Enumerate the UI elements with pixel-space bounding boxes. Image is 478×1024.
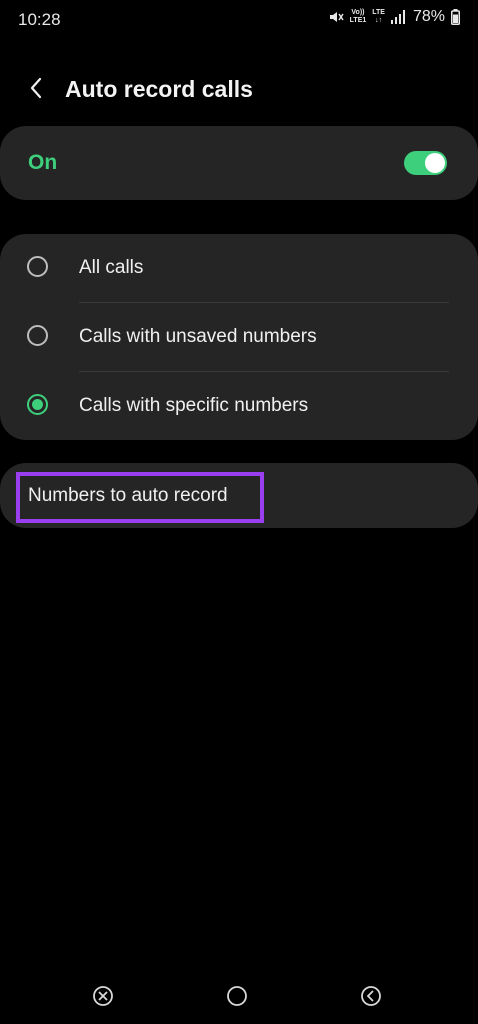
volte-label: Vo)) xyxy=(351,9,365,16)
toggle-knob xyxy=(425,153,445,173)
back-nav-button[interactable] xyxy=(359,984,383,1008)
radio-button-unchecked[interactable] xyxy=(27,325,48,346)
chevron-left-icon xyxy=(29,77,43,104)
recent-apps-button[interactable] xyxy=(91,984,115,1008)
option-label: Calls with unsaved numbers xyxy=(79,326,317,347)
page-title: Auto record calls xyxy=(65,76,253,102)
option-unsaved-numbers[interactable]: Calls with unsaved numbers xyxy=(0,303,478,372)
back-button[interactable] xyxy=(20,74,52,106)
back-icon xyxy=(359,986,383,1012)
mute-icon xyxy=(328,9,344,25)
home-icon xyxy=(225,986,249,1012)
recent-apps-icon xyxy=(91,986,115,1012)
home-button[interactable] xyxy=(225,984,249,1008)
app-header: Auto record calls xyxy=(0,62,478,118)
lte-arrows: ↓↑ xyxy=(375,17,383,24)
option-label: All calls xyxy=(79,257,144,278)
status-icons: Vo)) LTE1 LTE ↓↑ 78% xyxy=(328,8,460,26)
volte-icon: Vo)) LTE1 xyxy=(350,9,367,25)
battery-icon xyxy=(451,9,460,25)
lte-label: LTE xyxy=(372,9,385,16)
record-options-group: All calls Calls with unsaved numbers Cal… xyxy=(0,234,478,440)
numbers-to-auto-record-label: Numbers to auto record xyxy=(28,485,228,506)
radio-dot xyxy=(32,399,43,410)
lte1-label: LTE1 xyxy=(349,17,367,24)
master-toggle-switch[interactable] xyxy=(404,151,447,175)
option-all-calls[interactable]: All calls xyxy=(0,234,478,303)
master-switch-label: On xyxy=(28,151,58,174)
navigation-bar xyxy=(0,970,478,1024)
radio-button-unchecked[interactable] xyxy=(27,256,48,277)
status-bar: 10:28 Vo)) LTE1 LTE ↓↑ 78% xyxy=(0,0,478,40)
option-specific-numbers[interactable]: Calls with specific numbers xyxy=(0,372,478,441)
battery-percent: 78% xyxy=(412,8,445,25)
radio-button-checked[interactable] xyxy=(27,394,48,415)
signal-icon xyxy=(390,10,405,24)
option-label: Calls with specific numbers xyxy=(79,395,309,416)
lte-icon: LTE ↓↑ xyxy=(372,9,385,25)
status-time: 10:28 xyxy=(18,10,61,29)
